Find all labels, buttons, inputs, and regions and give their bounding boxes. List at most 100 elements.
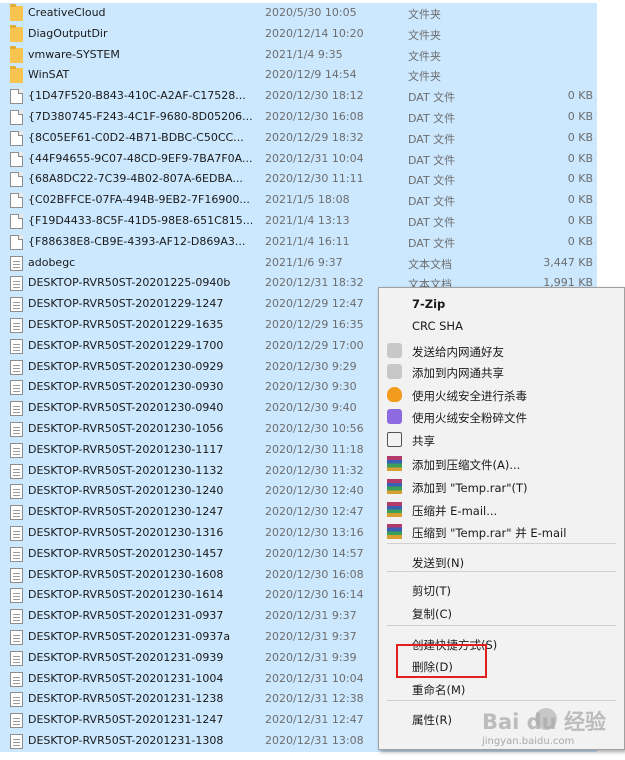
file-row[interactable]: {44F94655-9C07-48CD-9EF9-7BA7F0A... 2020/… bbox=[0, 148, 597, 170]
file-icon bbox=[10, 172, 23, 188]
file-date: 2020/12/31 10:04 bbox=[265, 151, 364, 165]
menu-item-0[interactable]: 7-Zip bbox=[379, 293, 624, 315]
menu-item-11[interactable]: 发送到(N) bbox=[379, 551, 624, 573]
text-file-icon bbox=[10, 359, 23, 375]
file-row[interactable]: WinSAT 2020/12/9 14:54 文件夹 bbox=[0, 65, 597, 87]
menu-item-label: 添加到 "Temp.rar"(T) bbox=[412, 481, 528, 495]
text-file-icon bbox=[10, 526, 23, 541]
text-file-icon bbox=[10, 609, 23, 625]
file-name: DESKTOP-RVR50ST-20201230-1457 bbox=[28, 546, 224, 560]
file-name: {F19D4433-8C5F-41D5-98E8-651C815... bbox=[28, 214, 254, 227]
watermark-text: Bai du 经验 bbox=[482, 710, 606, 734]
file-type: 文件夹 bbox=[408, 70, 441, 84]
file-type: DAT 文件 bbox=[408, 195, 456, 209]
file-row[interactable]: adobegc 2021/1/6 9:37 文本文档 3,447 KB bbox=[0, 252, 597, 274]
menu-item-4[interactable]: 使用火绒安全进行杀毒 bbox=[379, 384, 624, 406]
text-file-icon bbox=[10, 567, 23, 583]
menu-item-12[interactable]: 剪切(T) bbox=[379, 579, 624, 601]
file-name: WinSAT bbox=[28, 68, 70, 82]
file-date: 2020/5/30 10:05 bbox=[265, 6, 357, 19]
file-date: 2021/1/5 18:08 bbox=[265, 193, 350, 207]
file-name: DESKTOP-RVR50ST-20201231-1247 bbox=[28, 713, 224, 727]
file-icon bbox=[10, 89, 23, 105]
file-type: DAT 文件 bbox=[408, 91, 456, 105]
file-row[interactable]: {F19D4433-8C5F-41D5-98E8-651C815... 2021/… bbox=[0, 211, 597, 232]
menu-item-2[interactable]: 发送给内网通好友 bbox=[379, 340, 624, 362]
menu-item-label: 重命名(M) bbox=[412, 683, 466, 697]
file-name: DiagOutputDir bbox=[28, 26, 108, 40]
menu-separator bbox=[387, 625, 616, 626]
menu-item-7[interactable]: 添加到压缩文件(A)... bbox=[379, 453, 624, 475]
file-name: DESKTOP-RVR50ST-20201229-1700 bbox=[28, 338, 224, 352]
folder-icon bbox=[10, 24, 23, 42]
file-name: DESKTOP-RVR50ST-20201231-1238 bbox=[28, 692, 224, 706]
file-date: 2020/12/30 11:11 bbox=[265, 172, 364, 186]
winrar-icon bbox=[387, 456, 402, 471]
winrar-icon bbox=[387, 502, 402, 517]
file-icon bbox=[10, 151, 23, 167]
file-row[interactable]: {7D380745-F243-4C1F-9680-8D05206... 2020/… bbox=[0, 107, 597, 128]
menu-item-label: 压缩并 E-mail... bbox=[412, 504, 498, 518]
menu-item-13[interactable]: 复制(C) bbox=[379, 602, 624, 624]
folder-icon bbox=[10, 4, 23, 21]
menu-item-3[interactable]: 添加到内网通共享 bbox=[379, 361, 624, 383]
file-name: DESKTOP-RVR50ST-20201231-1308 bbox=[28, 734, 224, 747]
file-row[interactable]: {F88638E8-CB9E-4393-AF12-D869A3... 2021/1… bbox=[0, 231, 597, 253]
file-name: CreativeCloud bbox=[28, 6, 106, 19]
file-name: DESKTOP-RVR50ST-20201231-0939 bbox=[28, 650, 224, 664]
menu-item-label: 剪切(T) bbox=[412, 584, 451, 598]
file-row[interactable]: {1D47F520-B843-410C-A2AF-C17528... 2020/1… bbox=[0, 86, 597, 108]
menu-item-9[interactable]: 压缩并 E-mail... bbox=[379, 499, 624, 521]
file-name: DESKTOP-RVR50ST-20201230-0930 bbox=[28, 380, 224, 394]
menu-item-label: 添加到压缩文件(A)... bbox=[412, 458, 521, 472]
menu-item-label: CRC SHA bbox=[412, 319, 463, 333]
menu-item-10[interactable]: 压缩到 "Temp.rar" 并 E-mail bbox=[379, 521, 624, 543]
file-type: DAT 文件 bbox=[408, 216, 456, 229]
text-file-icon bbox=[10, 505, 23, 521]
text-file-icon bbox=[10, 630, 23, 645]
file-row[interactable]: DiagOutputDir 2020/12/14 10:20 文件夹 bbox=[0, 23, 597, 45]
menu-item-1[interactable]: CRC SHA bbox=[379, 315, 624, 337]
file-size: 0 KB bbox=[567, 193, 593, 207]
file-name: DESKTOP-RVR50ST-20201230-1056 bbox=[28, 422, 224, 435]
text-file-icon bbox=[10, 463, 23, 479]
menu-item-label: 添加到内网通共享 bbox=[412, 366, 504, 380]
menu-item-label: 使用火绒安全粉碎文件 bbox=[412, 411, 527, 425]
menu-separator bbox=[387, 543, 616, 544]
file-row[interactable]: CreativeCloud 2020/5/30 10:05 文件夹 bbox=[0, 3, 597, 24]
text-file-icon bbox=[10, 380, 23, 396]
file-date: 2020/12/30 18:12 bbox=[265, 89, 364, 103]
context-menu: 7-Zip CRC SHA 发送给内网通好友 添加到内网通共享使用火绒安全进行杀毒使用… bbox=[378, 287, 625, 750]
menu-item-label: 共享 bbox=[412, 434, 435, 448]
file-name: {C02BFFCE-07FA-494B-9EB2-7F16900... bbox=[28, 193, 250, 207]
file-name: adobegc bbox=[28, 255, 76, 269]
text-file-icon bbox=[10, 255, 23, 271]
menu-item-8[interactable]: 添加到 "Temp.rar"(T) bbox=[379, 476, 624, 498]
text-file-icon bbox=[10, 546, 23, 562]
file-size: 0 KB bbox=[567, 130, 593, 144]
text-file-icon bbox=[10, 276, 23, 292]
file-date: 2020/12/14 10:20 bbox=[265, 26, 364, 40]
text-file-icon bbox=[10, 422, 23, 437]
file-row[interactable]: {68A8DC22-7C39-4B02-807A-6EDBA... 2020/12… bbox=[0, 169, 597, 191]
text-file-icon bbox=[10, 650, 23, 666]
menu-item-5[interactable]: 使用火绒安全粉碎文件 bbox=[379, 406, 624, 428]
menu-item-label: 发送给内网通好友 bbox=[412, 345, 504, 359]
file-row[interactable]: vmware-SYSTEM 2021/1/4 9:35 文件夹 bbox=[0, 44, 597, 66]
menu-item-label: 复制(C) bbox=[412, 607, 453, 621]
file-date: 2020/12/30 16:08 bbox=[265, 110, 364, 123]
file-date: 2020/12/29 18:32 bbox=[265, 130, 364, 144]
file-name: {8C05EF61-C0D2-4B71-BDBC-C50CC... bbox=[28, 130, 244, 144]
menu-separator bbox=[387, 700, 616, 701]
delete-highlight-box bbox=[396, 644, 487, 678]
menu-item-label: 压缩到 "Temp.rar" 并 E-mail bbox=[412, 526, 567, 540]
file-row[interactable]: {C02BFFCE-07FA-494B-9EB2-7F16900... 2021/… bbox=[0, 190, 597, 212]
folder-icon bbox=[10, 45, 23, 63]
menu-item-6[interactable]: 共享 bbox=[379, 429, 624, 451]
file-row[interactable]: {8C05EF61-C0D2-4B71-BDBC-C50CC... 2020/12… bbox=[0, 127, 597, 149]
file-icon bbox=[10, 130, 23, 146]
watermark-subtext: jingyan.baidu.com bbox=[482, 736, 575, 747]
menu-item-16[interactable]: 重命名(M) bbox=[379, 678, 624, 700]
file-type: 文件夹 bbox=[408, 28, 441, 42]
file-name: DESKTOP-RVR50ST-20201230-0929 bbox=[28, 359, 224, 373]
